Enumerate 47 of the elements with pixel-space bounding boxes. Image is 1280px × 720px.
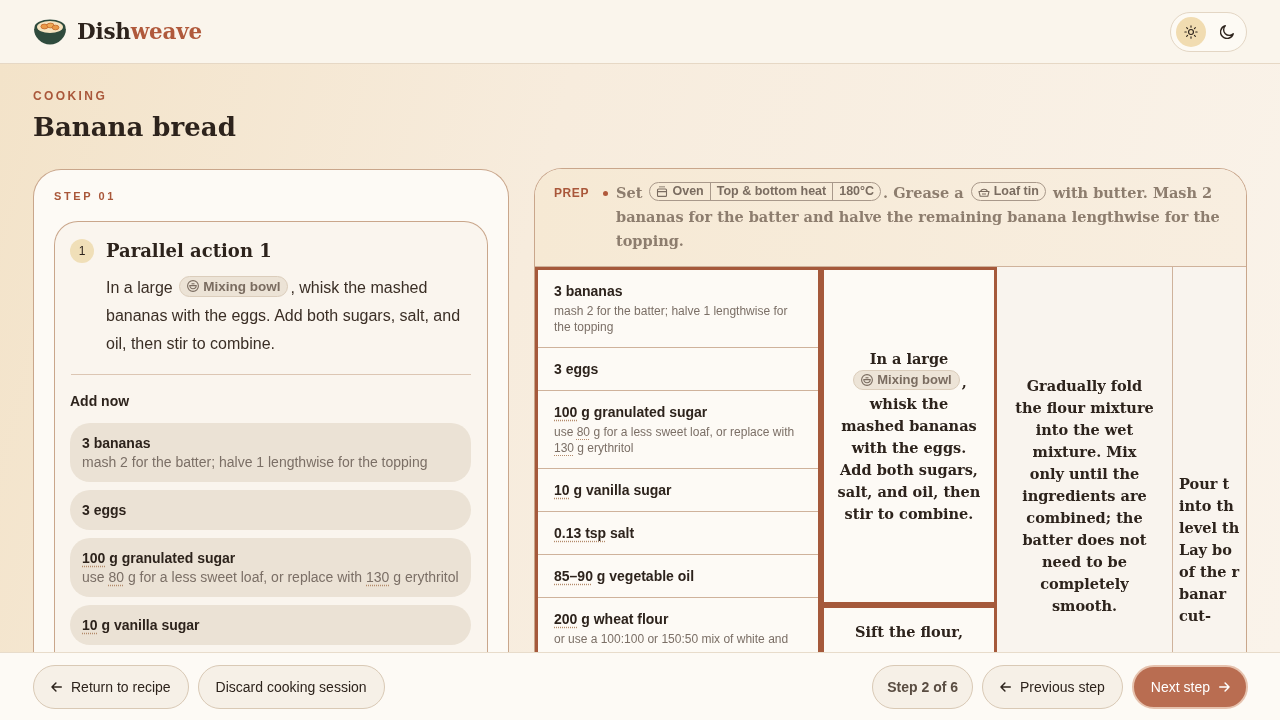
- step-text: In a large Mixing bowl , whisk the mashed bananas with the eggs. Add both sugars, salt, and oil, then stir to combine.: [106, 274, 471, 358]
- step-label: STEP 01: [54, 189, 117, 203]
- ingredient-name: 10 g vanilla sugar: [554, 481, 672, 499]
- ingredient-name: 100 g granulated sugar: [82, 549, 236, 567]
- ingredient-note: use 80 g for a less sweet loaf, or replace with 130 g erythritol: [554, 424, 796, 456]
- back-button[interactable]: Previous step: [982, 664, 1123, 709]
- ingredient-name: 200 g wheat flour: [554, 610, 669, 628]
- ingredient-name: 3 bananas: [82, 434, 151, 452]
- step-text: In a large Mixing bowl , whisk the mashed bananas with the eggs. Add both sugars, salt, and oil, then stir to combine.: [836, 348, 982, 524]
- bowl-icon: [187, 280, 200, 292]
- ingredient-name: 0.13 tsp salt: [554, 524, 635, 542]
- page-title: Banana bread: [33, 111, 236, 144]
- action-title: Parallel action 1: [106, 239, 272, 263]
- ingredient-name: 3 bananas: [554, 282, 623, 300]
- back-button[interactable]: Return to recipe: [33, 664, 189, 709]
- step-text: Gradually fold the flour mixture into the wet mixture. Mix only until the ingredients are combined; the batter does not need to be completely smooth.: [1014, 375, 1155, 616]
- ingredient-name: 3 eggs: [82, 501, 127, 519]
- bowl-icon: [861, 373, 874, 386]
- ingredient-note: use 80 g for a less sweet loaf, or replace with 130 g erythritol: [82, 568, 459, 586]
- ingredient-name: 100 g granulated sugar: [554, 403, 708, 421]
- arrow-left-icon: [51, 681, 62, 692]
- next-button[interactable]: Next step: [1131, 664, 1248, 709]
- oven-icon: [656, 185, 669, 197]
- tool-chip[interactable]: Mixing bowl: [179, 275, 289, 297]
- step-text: Pour t into th level th Lay bo of the r banar cut-: [1179, 473, 1240, 626]
- bullet-icon: [603, 191, 608, 196]
- brand-name: Dishweave: [77, 19, 203, 44]
- number-badge: 1: [70, 239, 94, 263]
- step-text: Sift the flour,: [855, 622, 963, 642]
- prep-text: Set Oven Top & bottom heat 180°C . Grease a Loaf tin with butter. Mash 2 bananas for the batter and halve the remaining banana lengthwise for the topping.: [616, 181, 1221, 251]
- light-mode-button[interactable]: [1176, 16, 1206, 47]
- add-now-heading: Add now: [70, 392, 130, 410]
- ingredient-note: mash 2 for the batter; halve 1 lengthwise for the topping: [554, 303, 789, 335]
- sun-icon: [1184, 24, 1198, 39]
- arrow-right-icon: [1219, 681, 1230, 692]
- ingredient-note: mash 2 for the batter; halve 1 lengthwise for the topping: [82, 453, 428, 471]
- moon-icon: [1220, 24, 1234, 39]
- tool-chip[interactable]: Mixing bowl: [853, 369, 960, 390]
- prep-label: PREP: [554, 185, 589, 202]
- ingredient-name: 3 eggs: [554, 360, 599, 378]
- ingredient-name: 10 g vanilla sugar: [82, 616, 200, 634]
- arrow-left-icon: [1000, 681, 1012, 692]
- step-counter: Step 2 of 6: [872, 664, 974, 709]
- discard-button[interactable]: Discard cooking session: [197, 664, 385, 709]
- ingredient-name: 85–90 g vegetable oil: [554, 567, 695, 585]
- ingredient-note: or use a 100:100 or 150:50 mix of white and: [554, 631, 789, 647]
- section-label: COOKING: [33, 88, 108, 104]
